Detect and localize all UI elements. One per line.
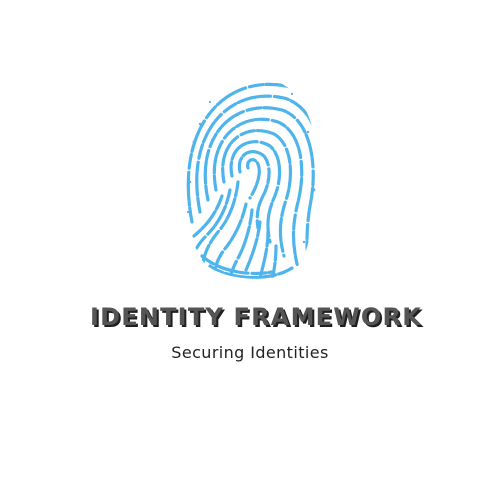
fingerprint-icon (180, 72, 320, 280)
brand-title: IDENTITY FRAMEWORK (89, 303, 423, 331)
logo-canvas: IDENTITY FRAMEWORK Securing Identities (0, 0, 500, 500)
brand-tagline: Securing Identities (171, 343, 329, 362)
